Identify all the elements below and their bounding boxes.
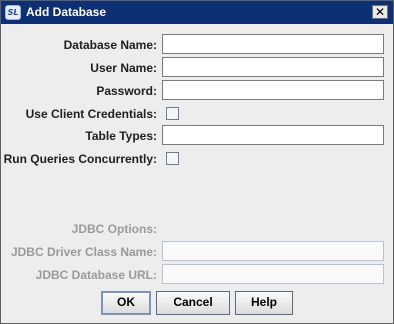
help-button[interactable]: Help <box>235 291 293 315</box>
ok-button[interactable]: OK <box>101 291 151 315</box>
close-button[interactable]: ✕ <box>372 5 388 19</box>
table-types-input[interactable] <box>162 125 384 145</box>
dialog-title: Add Database <box>26 5 107 19</box>
close-icon: ✕ <box>374 5 386 19</box>
password-label: Password: <box>96 84 157 98</box>
password-input[interactable] <box>162 80 384 100</box>
jdbc-database-url-input[interactable] <box>162 264 384 284</box>
user-name-input[interactable] <box>162 57 384 77</box>
jdbc-driver-class-name-input[interactable] <box>162 241 384 261</box>
cancel-button[interactable]: Cancel <box>156 291 230 315</box>
title-bar[interactable]: SL Add Database ✕ <box>1 1 393 24</box>
table-types-label: Table Types: <box>85 129 157 143</box>
jdbc-driver-class-name-label: JDBC Driver Class Name: <box>10 245 157 259</box>
user-name-label: User Name: <box>90 61 157 75</box>
database-name-label: Database Name: <box>63 38 157 52</box>
use-client-credentials-label: Use Client Credentials: <box>25 107 157 121</box>
run-queries-concurrently-checkbox[interactable] <box>166 152 179 165</box>
use-client-credentials-checkbox[interactable] <box>166 107 179 120</box>
add-database-dialog: SL Add Database ✕ Database Name: User Na… <box>0 0 394 324</box>
app-logo-icon: SL <box>5 5 21 20</box>
jdbc-database-url-label: JDBC Database URL: <box>35 268 157 282</box>
jdbc-options-label: JDBC Options: <box>71 222 157 236</box>
database-name-input[interactable] <box>162 34 384 54</box>
run-queries-concurrently-label: Run Queries Concurrently: <box>3 152 157 166</box>
